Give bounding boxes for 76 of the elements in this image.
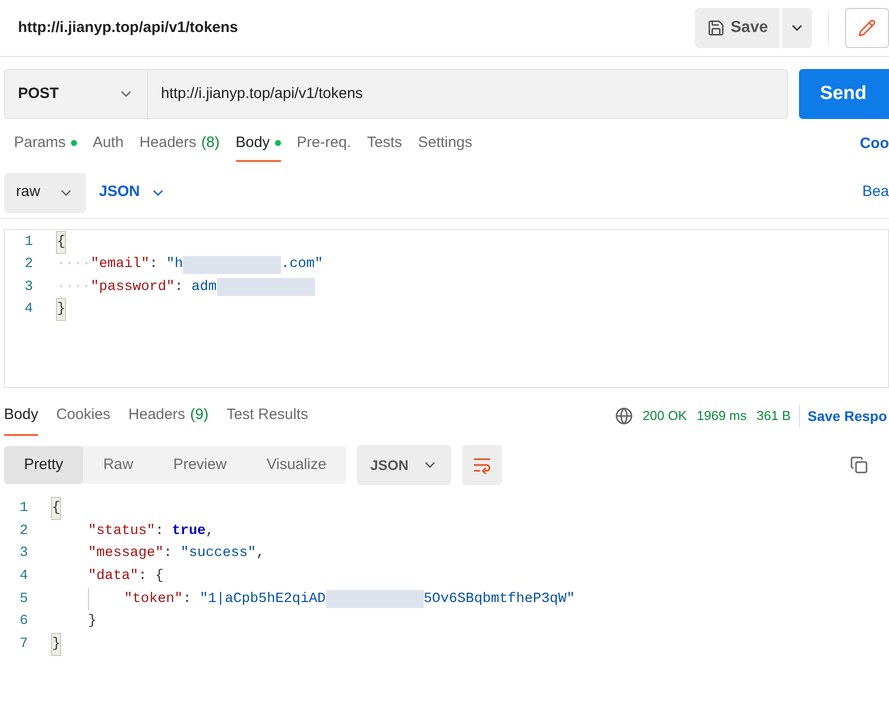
json-string: "1|aCpb5hE2qiAD (200, 590, 326, 609)
request-title: http://i.jianyp.top/api/v1/tokens (18, 18, 240, 38)
wrap-lines-button[interactable] (462, 445, 502, 485)
line-number: 3 (18, 544, 29, 564)
punctuation: : (182, 590, 192, 609)
json-boolean: true (172, 522, 206, 541)
request-body-editor[interactable]: 1 { 2 ····"email": "h .com" 3 ····"password": adm 4 } (4, 229, 889, 388)
edit-button[interactable] (845, 8, 889, 48)
json-key: "status" (88, 520, 156, 542)
json-key: "data" (88, 566, 138, 587)
json-string: 5Ov6SBqbmtfheP3qW" (424, 590, 575, 609)
code-link[interactable]: Coo (860, 132, 889, 156)
copy-icon[interactable] (850, 456, 868, 474)
line-number: 4 (18, 566, 29, 586)
punctuation: , (206, 522, 214, 541)
punctuation: , (256, 544, 264, 564)
view-mode-tab[interactable]: Pretty (4, 446, 84, 484)
line-number: 5 (18, 590, 29, 609)
line-number: 1 (18, 498, 29, 518)
body-mode-select[interactable]: raw (4, 172, 86, 212)
brace: } (57, 299, 66, 320)
line-number: 4 (24, 300, 34, 320)
punctuation: : (149, 255, 159, 274)
json-string: adm (191, 278, 217, 297)
request-tab[interactable]: Settings (418, 126, 472, 162)
brace: } (52, 634, 60, 655)
url-field[interactable]: http://i.jianyp.top/api/v1/tokens (148, 69, 788, 119)
punctuation: } (88, 612, 96, 632)
line-number: 2 (24, 255, 34, 274)
response-tab[interactable]: Test Results (226, 396, 308, 436)
save-button[interactable]: Save (694, 8, 780, 48)
whitespace-dots: ···· (57, 278, 91, 297)
view-mode-tab[interactable]: Visualize (246, 446, 346, 484)
response-format-select[interactable]: JSON (357, 445, 452, 485)
send-button[interactable]: Send (799, 69, 889, 119)
request-tab[interactable]: Auth (92, 126, 124, 162)
line-number: 2 (18, 522, 29, 541)
line-number: 1 (24, 232, 34, 252)
beautify-link[interactable]: Bea (862, 181, 889, 204)
method-select[interactable]: POST (4, 69, 148, 119)
status-code: 200 OK (642, 407, 687, 426)
response-tab[interactable]: Headers (9) (128, 396, 208, 436)
json-key: "password" (90, 276, 175, 298)
request-tab[interactable]: Tests (366, 126, 402, 162)
view-mode-tab[interactable]: Preview (153, 446, 247, 484)
response-tab[interactable]: Body (4, 396, 38, 436)
save-icon (706, 19, 725, 37)
punctuation: : (155, 522, 165, 541)
pencil-icon (858, 19, 876, 37)
globe-icon (614, 407, 633, 425)
json-key: "message" (88, 543, 164, 564)
whitespace-dots: ···· (57, 255, 91, 274)
request-tab[interactable]: Headers (8) (140, 126, 220, 162)
punctuation: : (138, 566, 148, 586)
response-tab[interactable]: Cookies (56, 396, 110, 436)
line-number: 6 (18, 612, 29, 632)
line-number: 3 (24, 278, 34, 297)
request-tab[interactable]: Body (236, 126, 281, 162)
json-string: "h (166, 255, 184, 274)
punctuation: : (164, 544, 174, 564)
response-size: 361 B (756, 407, 791, 426)
request-tab[interactable]: Params (14, 126, 77, 162)
json-key: "token" (124, 588, 183, 610)
brace: { (52, 498, 60, 519)
json-key: "email" (90, 254, 150, 276)
save-response-link[interactable]: Save Respo (808, 406, 889, 426)
punctuation: : (174, 278, 184, 297)
json-string: "success" (180, 544, 256, 564)
request-tab[interactable]: Pre-req. (296, 126, 351, 162)
body-format-select[interactable]: JSON (99, 181, 166, 204)
response-time: 1969 ms (696, 407, 747, 426)
view-mode-tab[interactable]: Raw (83, 446, 154, 484)
json-string: .com" (281, 255, 324, 274)
punctuation: { (155, 566, 164, 586)
brace: { (57, 232, 66, 253)
line-number: 7 (18, 634, 29, 654)
